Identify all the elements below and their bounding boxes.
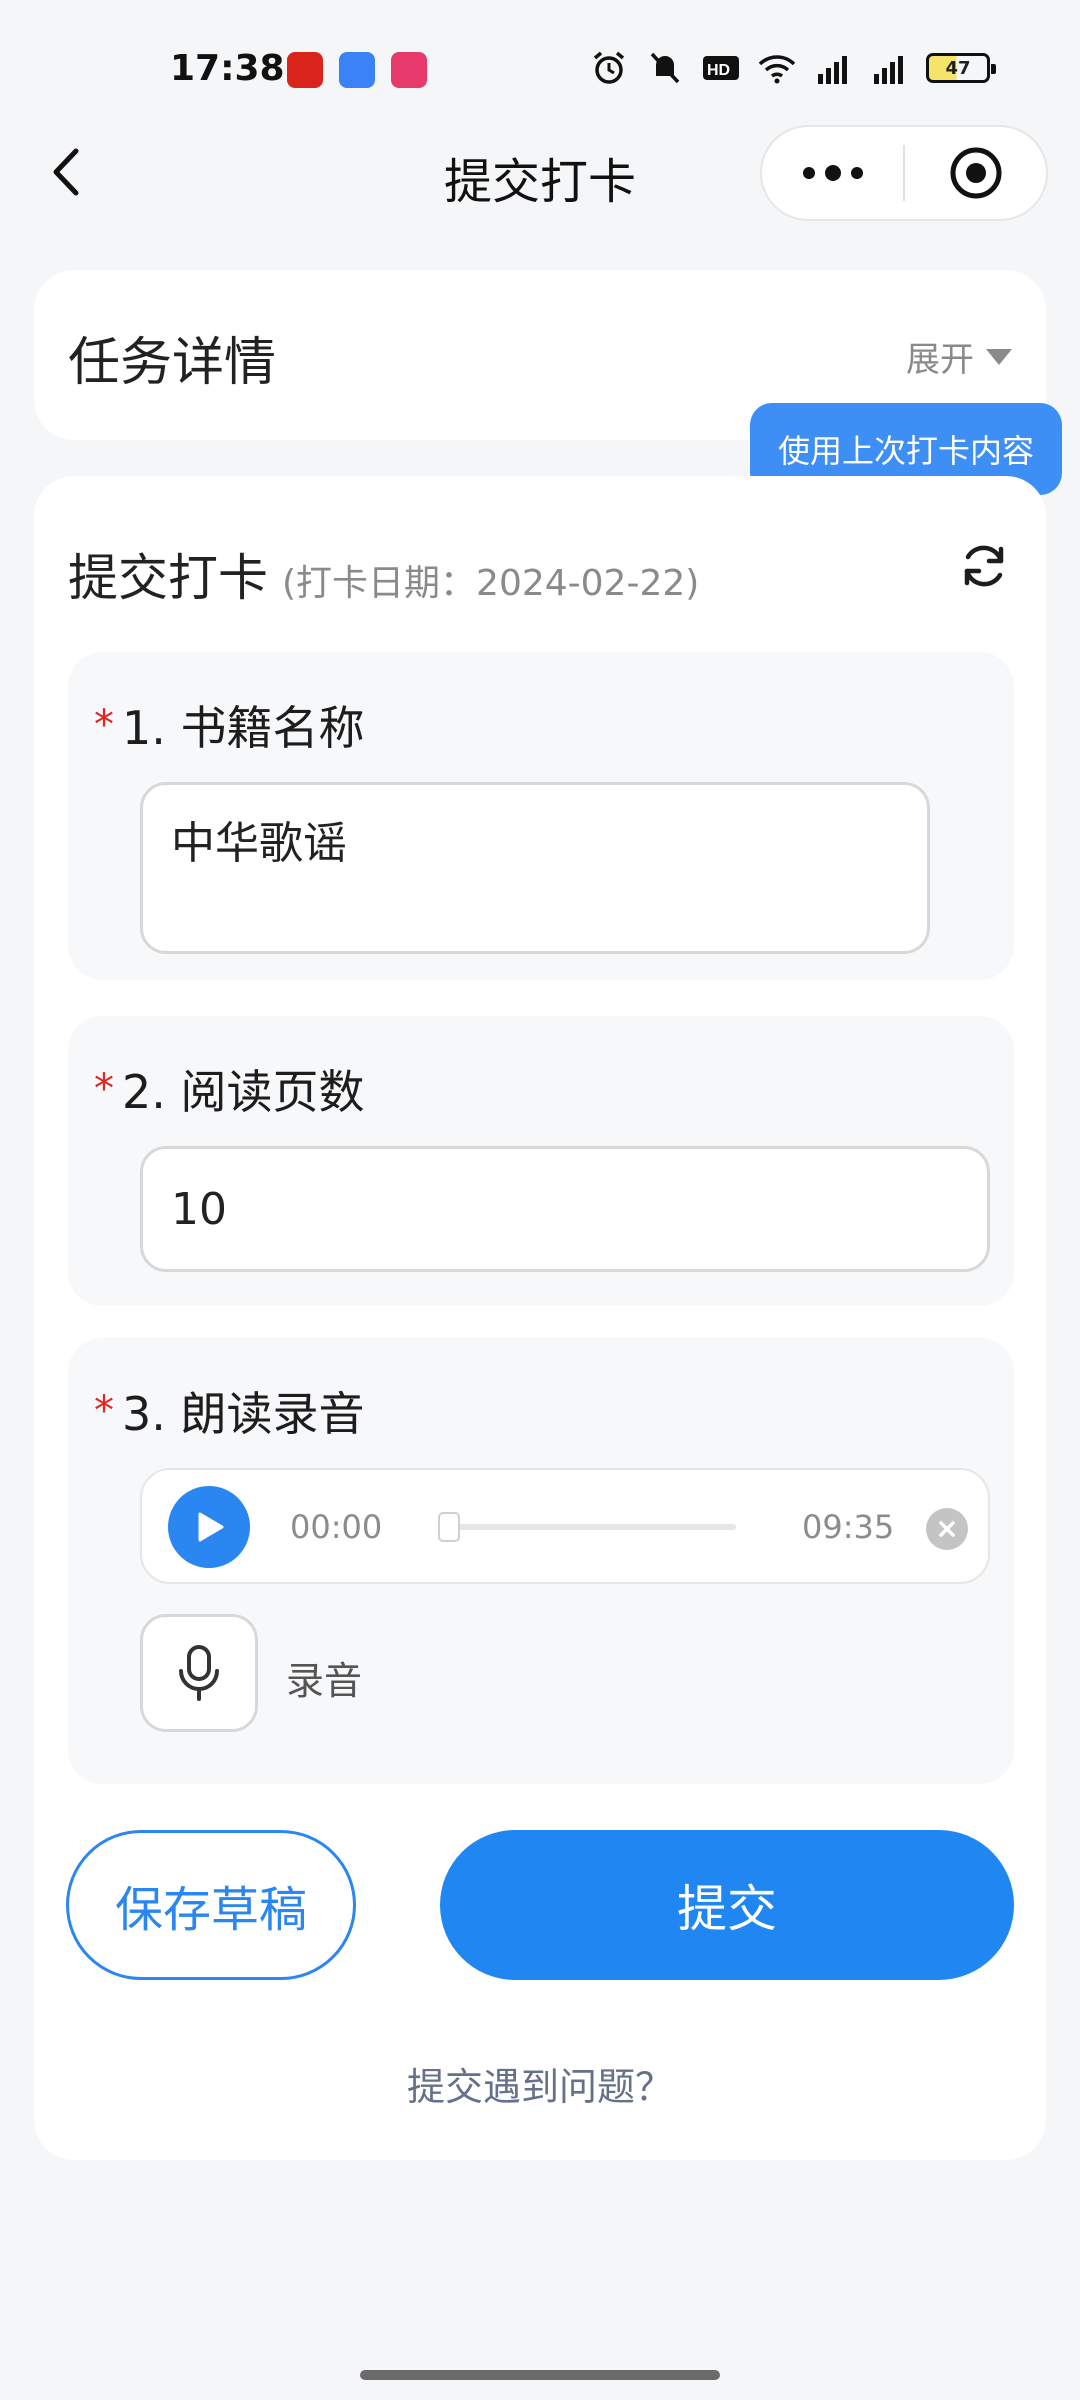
play-button[interactable] — [168, 1486, 250, 1568]
question-pages-read: * 2. 阅读页数 10 — [68, 1016, 1014, 1306]
home-indicator[interactable] — [360, 2370, 720, 2380]
audio-player: 00:00 09:35 — [140, 1468, 990, 1584]
battery-indicator: 47 — [926, 53, 996, 83]
submit-checkin-card: 提交打卡 (打卡日期：2024-02-22) * 1. 书籍名称 中华歌谣 * … — [34, 476, 1046, 2160]
navigation-bar: 提交打卡 — [0, 120, 1080, 221]
caret-down-icon — [986, 348, 1012, 365]
mute-icon — [650, 52, 680, 84]
record-button[interactable] — [140, 1614, 258, 1732]
question-title: 1. 书籍名称 — [122, 701, 365, 755]
hd-icon: HD — [703, 56, 739, 80]
audio-current-time: 00:00 — [290, 1508, 383, 1546]
refresh-icon — [964, 545, 1004, 587]
microphone-icon — [179, 1645, 219, 1701]
more-button[interactable] — [762, 127, 903, 219]
target-icon — [950, 147, 1001, 199]
question-label: * 2. 阅读页数 — [94, 1056, 365, 1122]
mini-program-capsule — [760, 125, 1048, 221]
required-mark: * — [94, 1388, 114, 1434]
question-title: 3. 朗读录音 — [122, 1387, 365, 1441]
question-title: 2. 阅读页数 — [122, 1065, 365, 1119]
question-book-name: * 1. 书籍名称 中华歌谣 — [68, 652, 1014, 980]
record-label: 录音 — [286, 1659, 363, 1703]
close-icon — [939, 1521, 955, 1537]
status-icons: HD 47 — [590, 50, 996, 86]
more-dots-icon — [802, 165, 863, 181]
submit-help-link[interactable]: 提交遇到问题？ — [34, 2056, 1046, 2111]
save-draft-button[interactable]: 保存草稿 — [66, 1830, 356, 1980]
signal-5g-icon — [818, 56, 847, 84]
required-mark: * — [94, 702, 114, 748]
wifi-icon — [758, 55, 796, 84]
pages-read-input[interactable]: 10 — [140, 1146, 990, 1272]
svg-text:HD: HD — [707, 62, 730, 79]
submit-heading: 提交打卡 (打卡日期：2024-02-22) — [68, 538, 699, 610]
required-mark: * — [94, 1066, 114, 1112]
checkin-date: (打卡日期：2024-02-22) — [282, 563, 700, 604]
app-notification-icon — [287, 52, 323, 88]
signal-5g-icon — [874, 56, 903, 84]
app-notification-icon — [391, 52, 427, 88]
audio-progress-track[interactable] — [440, 1524, 736, 1530]
status-bar: 17:38 HD 47 — [0, 0, 1080, 130]
question-reading-recording: * 3. 朗读录音 00:00 09:35 录音 — [68, 1338, 1014, 1784]
audio-progress-thumb[interactable] — [438, 1512, 460, 1542]
expand-toggle[interactable]: 展开 — [906, 332, 1012, 381]
reuse-last-button[interactable] — [954, 536, 1014, 596]
page: 17:38 HD 47 提交打卡 任务详情 展开 使用上次打卡内容 提交打卡 (… — [0, 0, 1080, 2400]
audio-total-time: 09:35 — [802, 1508, 895, 1546]
question-label: * 1. 书籍名称 — [94, 692, 365, 758]
submit-title: 提交打卡 — [68, 549, 268, 607]
alarm-icon — [593, 51, 625, 84]
book-name-textarea[interactable]: 中华歌谣 — [140, 782, 930, 954]
submit-button[interactable]: 提交 — [440, 1830, 1014, 1980]
close-mini-program-button[interactable] — [905, 127, 1046, 219]
play-icon — [198, 1512, 224, 1542]
task-details-title: 任务详情 — [68, 333, 277, 393]
expand-label: 展开 — [906, 340, 974, 380]
question-label: * 3. 朗读录音 — [94, 1378, 365, 1444]
app-notification-icon — [339, 52, 375, 88]
remove-recording-button[interactable] — [926, 1508, 968, 1550]
status-time: 17:38 — [170, 48, 285, 89]
